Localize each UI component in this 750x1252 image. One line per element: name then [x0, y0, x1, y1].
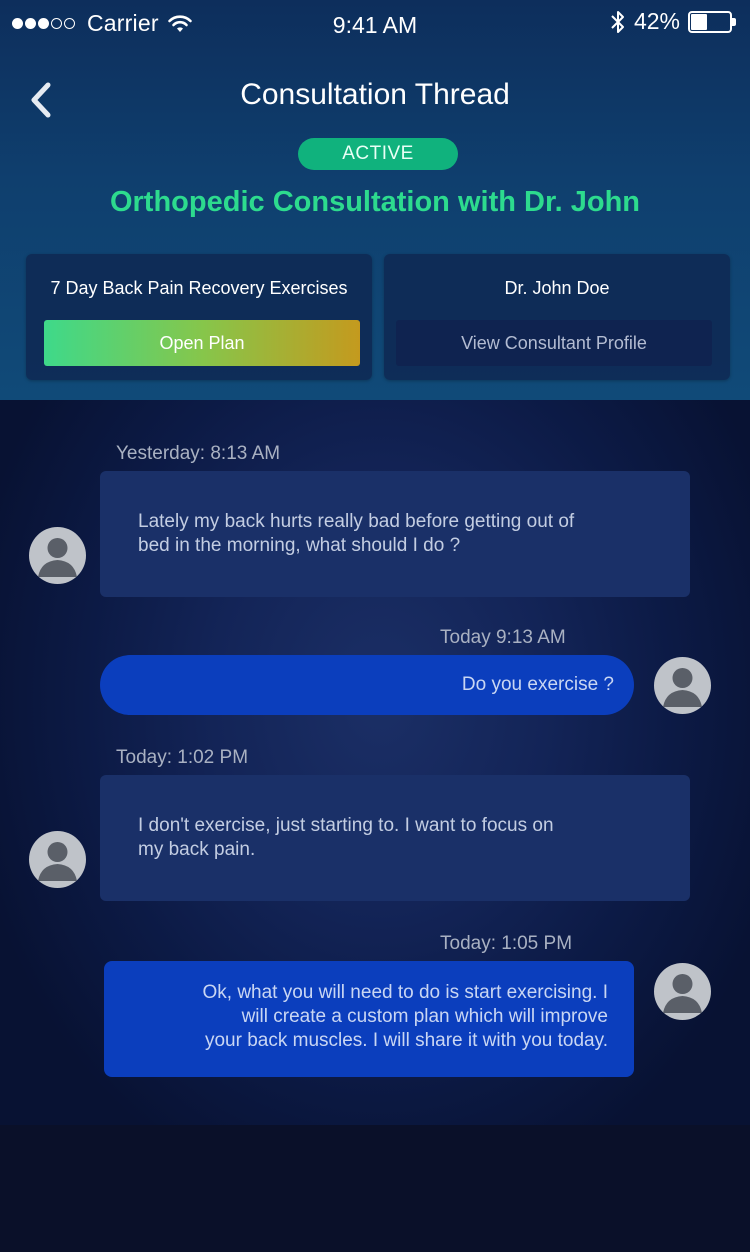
view-consultant-profile-button[interactable]: View Consultant Profile: [396, 320, 712, 366]
incoming-message-bubble: Lately my back hurts really bad before g…: [100, 471, 690, 597]
message-timestamp: Today: 1:05 PM: [440, 933, 573, 954]
battery-icon: [688, 10, 736, 33]
plan-title: 7 Day Back Pain Recovery Exercises: [50, 278, 348, 298]
bottom-area: [0, 1125, 750, 1252]
consultation-subject: Orthopedic Consultation with Dr. John: [109, 186, 641, 218]
open-plan-button[interactable]: Open Plan: [44, 320, 360, 366]
message-text-line: will create a custom plan which will imp…: [241, 1006, 608, 1027]
message-text-line: I don't exercise, just starting to. I wa…: [138, 815, 554, 836]
battery-percent: 42%: [633, 8, 680, 34]
sender-avatar[interactable]: [29, 831, 86, 888]
avatar-placeholder-icon: [38, 538, 77, 577]
message-text-line: my back pain.: [138, 839, 256, 860]
status-badge: ACTIVE: [298, 138, 458, 170]
message-text-line: Lately my back hurts really bad before g…: [138, 511, 575, 532]
page-title: Consultation Thread: [240, 78, 510, 111]
consultant-card: Dr. John Doe View Consultant Profile: [384, 254, 730, 380]
bluetooth-icon: [611, 10, 624, 33]
message-text-line: Do you exercise ?: [461, 674, 614, 695]
outgoing-message-bubble: Do you exercise ?: [100, 655, 634, 715]
message-timestamp: Yesterday: 8:13 AM: [116, 443, 281, 464]
status-bar: Carrier 9:41 AM 42%: [0, 0, 750, 48]
message-text-line: your back muscles. I will share it with …: [204, 1030, 608, 1051]
my-avatar[interactable]: [654, 657, 711, 714]
status-right: 42%: [610, 8, 736, 35]
avatar-placeholder-icon: [38, 842, 77, 881]
sender-avatar[interactable]: [29, 527, 86, 584]
message-timestamp: Today 9:13 AM: [440, 627, 566, 648]
incoming-message-bubble: I don't exercise, just starting to. I wa…: [100, 775, 690, 901]
message-text-line: Ok, what you will need to do is start ex…: [202, 982, 608, 1003]
screen: Carrier 9:41 AM 42% Consultation Thread …: [0, 0, 750, 1252]
avatar-placeholder-icon: [663, 668, 702, 707]
message-timestamp: Today: 1:02 PM: [116, 747, 249, 768]
consultant-name: Dr. John Doe: [504, 278, 610, 298]
message-text-line: bed in the morning, what should I do ?: [138, 535, 461, 556]
outgoing-message-bubble: Ok, what you will need to do is start ex…: [104, 961, 634, 1077]
header: Carrier 9:41 AM 42% Consultation Thread …: [0, 0, 750, 400]
plan-card: 7 Day Back Pain Recovery Exercises Open …: [26, 254, 372, 380]
avatar-placeholder-icon: [663, 974, 702, 1013]
my-avatar[interactable]: [654, 963, 711, 1020]
